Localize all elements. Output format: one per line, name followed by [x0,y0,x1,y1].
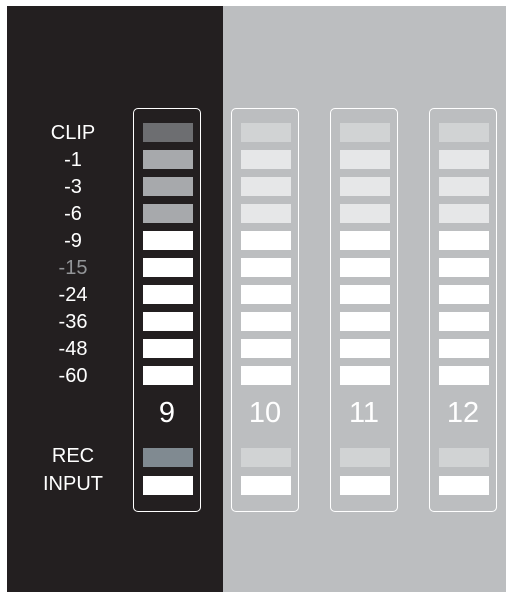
meter-segment [340,366,390,385]
channel-number: 12 [446,397,480,429]
rec-label: REC [51,445,95,467]
meter-segment [143,177,193,196]
meter-segment [241,150,291,169]
rec-indicator [241,448,291,467]
input-label: INPUT [43,473,103,495]
scale-label-minus-1: -1 [64,149,82,171]
input-meter-panel: CLIP -1 -3 -6 -9 -15 -24 -36 -48 -60 REC… [7,6,506,592]
meter-segment [241,366,291,385]
rec-indicator [143,448,193,467]
scale-label-minus-3: -3 [64,176,82,198]
scale-label-minus-48: -48 [58,338,88,360]
input-indicator [241,476,291,495]
meter-segment [439,123,489,142]
meter-segment [143,123,193,142]
meter-segment [340,204,390,223]
meter-segment [143,285,193,304]
meter-segment [340,339,390,358]
channel-strip-10: 10 [231,108,299,512]
scale-label-minus-9: -9 [64,230,82,252]
meter-segment [143,150,193,169]
input-indicator [340,476,390,495]
scale-label-minus-36: -36 [58,311,88,333]
scale-label-minus-60: -60 [58,365,88,387]
channel-strip-9: 9 [133,108,201,512]
meter-segment [439,258,489,277]
meter-segment [439,177,489,196]
meter-segment [439,231,489,250]
channel-strip-11: 11 [330,108,398,512]
meter-segment [340,312,390,331]
rec-indicator [439,448,489,467]
meter-segment [143,231,193,250]
channel-number: 10 [248,397,282,429]
channel-number: 9 [158,397,176,429]
meter-segment [241,177,291,196]
meter-segment [439,339,489,358]
meter-segment [143,312,193,331]
scale-label-minus-15: -15 [58,257,88,279]
input-indicator [143,476,193,495]
meter-segment [340,150,390,169]
meter-segment [340,285,390,304]
meter-segment [340,231,390,250]
scale-label-minus-6: -6 [64,203,82,225]
meter-segment [241,312,291,331]
meter-segment [439,150,489,169]
meter-segment [143,204,193,223]
meter-segment [439,366,489,385]
meter-segment [241,285,291,304]
input-indicator [439,476,489,495]
channel-number: 11 [348,397,380,429]
scale-label-clip: CLIP [50,122,96,144]
meter-segment [143,339,193,358]
meter-segment [340,177,390,196]
scale-label-minus-24: -24 [58,284,88,306]
rec-indicator [340,448,390,467]
channel-strip-12: 12 [429,108,497,512]
meter-segment [241,123,291,142]
meter-segment [143,258,193,277]
meter-segment [241,231,291,250]
meter-segment [241,339,291,358]
meter-segment [340,123,390,142]
meter-segment [241,204,291,223]
meter-segment [439,204,489,223]
meter-segment [439,312,489,331]
meter-segment [143,366,193,385]
meter-segment [439,285,489,304]
meter-segment [241,258,291,277]
meter-segment [340,258,390,277]
